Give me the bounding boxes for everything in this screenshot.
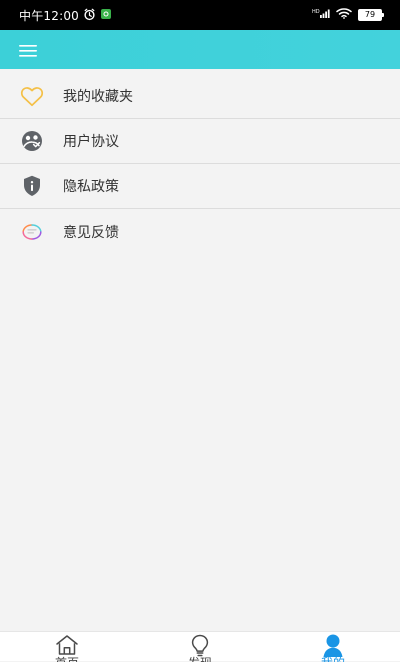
menu-label-feedback: 意见反馈 xyxy=(63,224,119,241)
tab-discover-label: 发现 xyxy=(133,657,267,662)
tab-home-label: 首页 xyxy=(0,657,134,662)
battery-icon: 79 xyxy=(358,8,384,21)
heart-icon xyxy=(19,83,45,109)
menu-label-favorites: 我的收藏夹 xyxy=(63,89,133,105)
agreement-icon xyxy=(19,128,45,154)
menu-label-privacy-policy: 隐私政策 xyxy=(63,179,119,195)
status-bar: 中午12:00 HD 79 xyxy=(0,0,400,30)
wifi-icon xyxy=(336,7,352,22)
signal-icon: HD xyxy=(312,7,330,22)
feedback-icon xyxy=(19,219,45,245)
tab-mine-label: 我的 xyxy=(266,657,400,662)
tab-mine[interactable]: 我的 xyxy=(266,632,400,662)
home-icon xyxy=(53,633,81,657)
battery-level: 79 xyxy=(364,9,376,19)
menu-item-feedback[interactable]: 意见反馈 xyxy=(0,209,400,254)
hamburger-menu-icon xyxy=(19,45,37,57)
app-bar xyxy=(0,30,400,69)
menu-button[interactable] xyxy=(19,43,39,57)
tab-discover[interactable]: 发现 xyxy=(133,632,267,662)
lightbulb-icon xyxy=(186,633,214,657)
menu-label-user-agreement: 用户协议 xyxy=(63,134,119,150)
user-icon xyxy=(319,633,347,657)
menu-item-privacy-policy[interactable]: 隐私政策 xyxy=(0,164,400,209)
alarm-icon xyxy=(83,8,96,24)
privacy-shield-icon xyxy=(19,173,45,199)
bottom-navigation: 首页 发现 我的 xyxy=(0,631,400,662)
menu-item-favorites[interactable]: 我的收藏夹 xyxy=(0,74,400,119)
app-notification-icon xyxy=(100,8,112,23)
menu-item-user-agreement[interactable]: 用户协议 xyxy=(0,119,400,164)
status-left: 中午12:00 xyxy=(19,7,112,24)
tab-home[interactable]: 首页 xyxy=(0,632,134,662)
svg-text:HD: HD xyxy=(312,9,320,15)
status-right: HD 79 xyxy=(312,7,384,22)
status-time: 中午12:00 xyxy=(19,9,79,23)
profile-menu-list: 我的收藏夹 用户协议 隐私政策 意见反馈 xyxy=(0,69,400,631)
